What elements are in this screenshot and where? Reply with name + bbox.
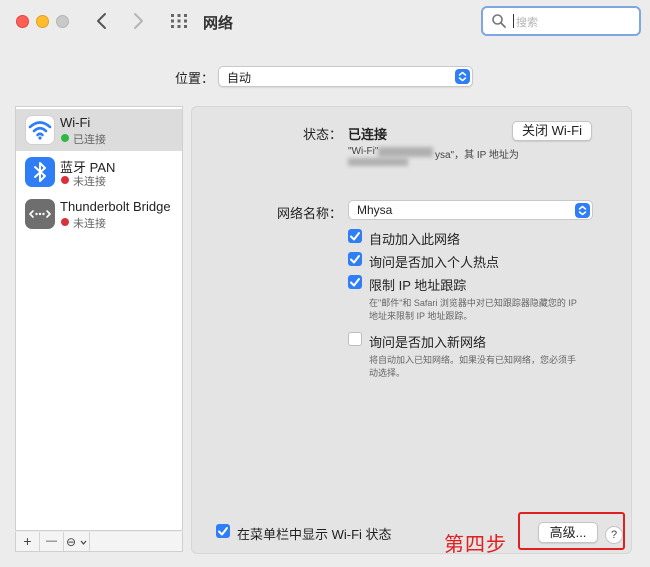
service-item-bluetooth-pan[interactable]: 蓝牙 PAN 未连接 bbox=[16, 151, 182, 193]
network-services-list: Wi-Fi 已连接 蓝牙 PAN 未连接 Thunderbolt Bridge … bbox=[15, 106, 183, 531]
checkmark-icon bbox=[350, 255, 360, 264]
thunderbolt-bridge-icon bbox=[25, 199, 55, 229]
help-button[interactable]: ? bbox=[605, 526, 623, 544]
limit-ip-tracking-label: 限制 IP 地址跟踪 bbox=[369, 278, 467, 293]
action-menu-button[interactable]: ⊖ bbox=[64, 532, 90, 551]
checkmark-icon bbox=[350, 232, 360, 241]
minimize-window-button[interactable] bbox=[36, 15, 49, 28]
updown-chevron-icon bbox=[455, 69, 470, 84]
sidebar-action-bar: + — ⊖ bbox=[15, 532, 183, 552]
redacted-ip-block bbox=[348, 158, 408, 166]
status-dot-icon bbox=[61, 134, 69, 142]
status-description-end: ysa"，其 IP 地址为 bbox=[435, 150, 519, 161]
show-in-menubar-checkbox[interactable] bbox=[216, 524, 230, 538]
status-value: 已连接 bbox=[348, 127, 388, 142]
add-service-button[interactable]: + bbox=[16, 532, 40, 551]
network-name-label: 网络名称： bbox=[276, 206, 342, 221]
network-name-select[interactable]: Mhysa bbox=[348, 200, 593, 220]
turn-off-wifi-button[interactable]: 关闭 Wi-Fi bbox=[512, 121, 592, 141]
text-caret bbox=[513, 14, 514, 28]
status-description-start: "Wi-Fi" bbox=[348, 146, 379, 157]
remove-service-button[interactable]: — bbox=[40, 532, 64, 551]
close-window-button[interactable] bbox=[16, 15, 29, 28]
ask-hotspot-label: 询问是否加入个人热点 bbox=[369, 255, 500, 270]
service-status: 未连接 bbox=[73, 218, 106, 230]
search-icon bbox=[492, 14, 506, 28]
zoom-window-button[interactable] bbox=[56, 15, 69, 28]
location-select[interactable]: 自动 bbox=[218, 66, 473, 87]
show-all-grid-icon[interactable] bbox=[170, 13, 188, 29]
updown-chevron-icon bbox=[575, 202, 590, 218]
service-name: Thunderbolt Bridge bbox=[60, 199, 171, 214]
auto-join-label: 自动加入此网络 bbox=[369, 232, 461, 247]
location-label: 位置： bbox=[175, 71, 215, 86]
auto-join-checkbox[interactable] bbox=[348, 229, 362, 243]
new-networks-note-line1: 将自动加入已知网络。如果没有已知网络，您必须手 bbox=[369, 355, 577, 365]
ask-new-networks-label: 询问是否加入新网络 bbox=[369, 335, 487, 350]
forward-arrow-icon[interactable] bbox=[128, 10, 148, 32]
ip-tracking-note-line2: 地址来限制 IP 地址跟踪。 bbox=[369, 311, 473, 321]
status-dot-icon bbox=[61, 176, 69, 184]
chevron-down-icon bbox=[80, 540, 87, 545]
wifi-icon bbox=[25, 115, 55, 145]
service-item-wifi[interactable]: Wi-Fi 已连接 bbox=[16, 109, 182, 151]
status-label: 状态： bbox=[302, 127, 342, 142]
wifi-settings-panel bbox=[191, 106, 632, 554]
show-in-menubar-label: 在菜单栏中显示 Wi-Fi 状态 bbox=[237, 527, 392, 542]
bluetooth-icon bbox=[25, 157, 55, 187]
service-status: 已连接 bbox=[73, 134, 106, 146]
new-networks-note-line2: 动选择。 bbox=[369, 368, 406, 378]
checkmark-icon bbox=[218, 527, 228, 536]
window-toolbar: 网络 搜索 bbox=[0, 0, 650, 46]
service-item-thunderbolt-bridge[interactable]: Thunderbolt Bridge 未连接 bbox=[16, 193, 182, 235]
advanced-button[interactable]: 高级... bbox=[538, 522, 598, 543]
network-name-value: Mhysa bbox=[357, 203, 393, 217]
service-name: Wi-Fi bbox=[60, 115, 91, 130]
window-title: 网络 bbox=[203, 15, 234, 32]
ask-hotspot-checkbox[interactable] bbox=[348, 252, 362, 266]
service-status: 未连接 bbox=[73, 176, 106, 188]
search-field[interactable]: 搜索 bbox=[481, 6, 641, 36]
action-gear-icon: ⊖ bbox=[66, 535, 77, 549]
status-dot-icon bbox=[61, 218, 69, 226]
step-annotation: 第四步 bbox=[444, 534, 507, 556]
search-placeholder: 搜索 bbox=[516, 17, 538, 29]
limit-ip-tracking-checkbox[interactable] bbox=[348, 275, 362, 289]
ip-tracking-note-line1: 在"邮件"和 Safari 浏览器中对已知跟踪器隐藏您的 IP bbox=[369, 298, 577, 308]
redacted-text-block bbox=[378, 147, 433, 157]
ask-new-networks-checkbox[interactable] bbox=[348, 332, 362, 346]
back-arrow-icon[interactable] bbox=[92, 10, 112, 32]
checkmark-icon bbox=[350, 278, 360, 287]
location-value: 自动 bbox=[227, 71, 252, 85]
